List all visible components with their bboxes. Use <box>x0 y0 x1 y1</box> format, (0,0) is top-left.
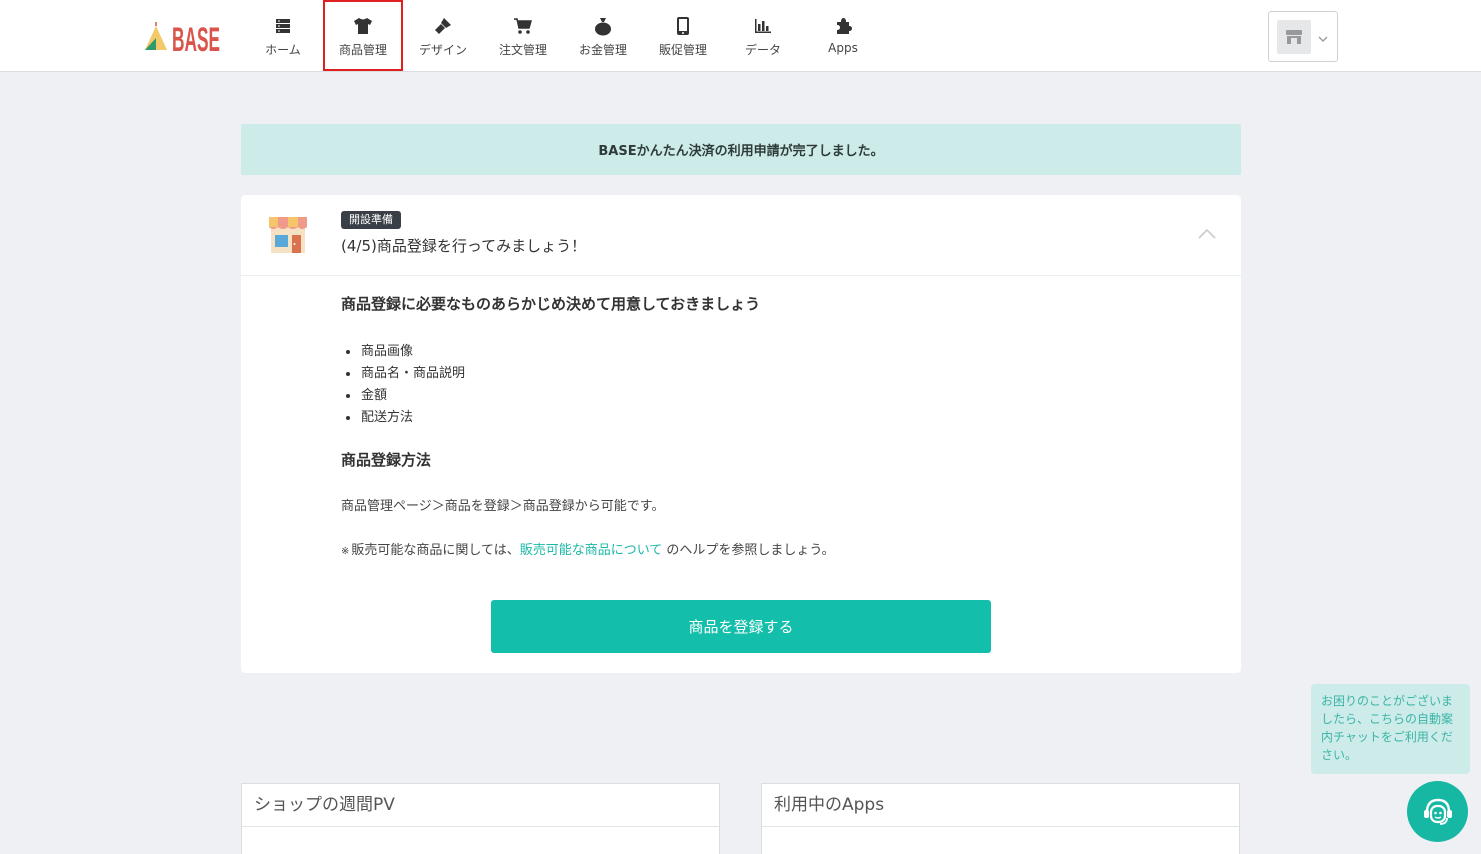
main-nav: ホーム 商品管理 デザイン 注文管理 お金管理 販促管理 データ Apps <box>243 0 883 71</box>
shop-illustration-icon <box>269 217 307 253</box>
nav-apps[interactable]: Apps <box>803 0 883 71</box>
storefront-icon <box>1277 19 1311 54</box>
list-item: 商品画像 <box>341 341 465 363</box>
nav-home[interactable]: ホーム <box>243 0 323 71</box>
steps-text: 商品管理ページ＞商品を登録＞商品登録から可能です。 <box>341 499 665 514</box>
panel-title: 利用中のApps <box>762 784 1239 827</box>
card-title: (4/5)商品登録を行ってみましょう！ <box>341 237 587 255</box>
puzzle-icon <box>832 15 854 37</box>
chevron-up-icon[interactable] <box>1197 227 1217 241</box>
note-mark: ※ <box>341 546 350 557</box>
nav-label: ホーム <box>265 43 301 57</box>
nav-design[interactable]: デザイン <box>403 0 483 71</box>
nav-label: 販促管理 <box>658 43 707 57</box>
logo-text: BASE <box>172 21 220 54</box>
nav-label: データ <box>744 43 781 57</box>
section-heading: 商品登録に必要なものあらかじめ決めて用意しておきましょう <box>341 295 761 313</box>
tshirt-icon <box>352 15 374 37</box>
nav-money[interactable]: お金管理 <box>563 0 643 71</box>
nav-label: 注文管理 <box>498 43 547 57</box>
help-note: ※ 販売可能な商品に関しては、販売可能な商品について のヘルプを参照しましょう。 <box>341 539 835 558</box>
base-logo[interactable]: BASE <box>143 18 223 54</box>
nav-label: 商品管理 <box>338 43 387 57</box>
paintbrush-icon <box>432 15 454 37</box>
nav-data[interactable]: データ <box>723 0 803 71</box>
apps-in-use-panel: 利用中のApps <box>761 783 1240 854</box>
card-body: 商品登録に必要なものあらかじめ決めて用意しておきましょう 商品画像 商品名・商品… <box>341 293 1201 558</box>
bar-chart-icon <box>752 15 774 37</box>
card-header[interactable]: 開設準備 (4/5)商品登録を行ってみましょう！ <box>241 195 1241 276</box>
help-link[interactable]: 販売可能な商品について <box>520 543 663 558</box>
cart-icon <box>512 15 534 37</box>
chevron-down-icon <box>1318 27 1328 46</box>
nav-promotion[interactable]: 販促管理 <box>643 0 723 71</box>
nav-label: お金管理 <box>578 43 627 57</box>
notice-banner: BASEかんたん決済の利用申請が完了しました。 <box>241 124 1241 175</box>
server-stack-icon <box>272 15 294 37</box>
smartphone-icon <box>672 15 694 37</box>
section-heading: 商品登録方法 <box>341 451 432 469</box>
money-bag-icon <box>592 15 614 37</box>
nav-label: デザイン <box>418 43 467 57</box>
chat-tooltip[interactable]: お困りのことがございましたら、こちらの自動案内チャットをご利用ください。 <box>1311 684 1470 774</box>
status-badge: 開設準備 <box>341 211 401 229</box>
panel-title: ショップの週間PV <box>242 784 719 827</box>
note-prefix: 販売可能な商品に関しては、 <box>351 543 520 558</box>
note-suffix: のヘルプを参照しましょう。 <box>666 543 835 558</box>
list-item: 商品名・商品説明 <box>341 363 465 385</box>
setup-step-card: 開設準備 (4/5)商品登録を行ってみましょう！ 商品登録に必要なものあらかじめ… <box>241 195 1241 673</box>
notice-text: BASEかんたん決済の利用申請が完了しました。 <box>598 144 884 159</box>
list-item: 金額 <box>341 385 465 407</box>
weekly-pv-panel: ショップの週間PV <box>241 783 720 854</box>
list-item: 配送方法 <box>341 407 465 429</box>
register-product-button[interactable]: 商品を登録する <box>491 600 991 653</box>
chat-launcher-button[interactable] <box>1407 781 1468 842</box>
chat-bot-icon <box>1423 798 1452 825</box>
top-navigation-bar: BASE ホーム 商品管理 デザイン 注文管理 お金管理 販促管理 データ Ap… <box>0 0 1481 72</box>
requirements-list: 商品画像 商品名・商品説明 金額 配送方法 <box>341 341 465 429</box>
nav-label: Apps <box>828 41 858 55</box>
nav-products[interactable]: 商品管理 <box>323 0 403 71</box>
shop-switcher-dropdown[interactable] <box>1268 11 1338 62</box>
nav-orders[interactable]: 注文管理 <box>483 0 563 71</box>
